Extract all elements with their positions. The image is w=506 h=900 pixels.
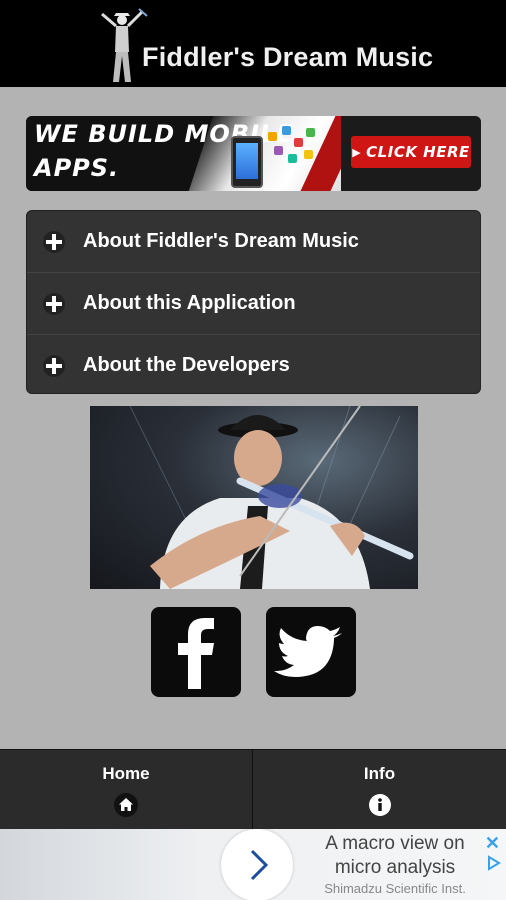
app-bubble-icon bbox=[304, 150, 313, 159]
play-triangle-icon: ▶ bbox=[352, 145, 362, 159]
tab-home[interactable]: Home bbox=[0, 750, 253, 830]
violinist-photo bbox=[90, 406, 418, 589]
banner-headline-2: APPS. bbox=[34, 154, 120, 182]
app-bubble-icon bbox=[294, 138, 303, 147]
app-bubble-icon bbox=[274, 146, 283, 155]
ad-arrow-button[interactable] bbox=[221, 829, 293, 900]
chevron-right-icon bbox=[250, 849, 269, 881]
info-icon bbox=[368, 794, 391, 816]
click-here-button[interactable]: ▶ CLICK HERE bbox=[351, 136, 471, 168]
plus-icon bbox=[43, 292, 65, 315]
home-icon bbox=[114, 793, 138, 817]
close-icon[interactable]: ✕ bbox=[485, 833, 500, 854]
adchoices-icon[interactable] bbox=[486, 855, 502, 871]
ad-advertiser: Shimadzu Scientific Inst. bbox=[324, 881, 466, 896]
bottom-ad[interactable]: A macro view on micro analysis Shimadzu … bbox=[0, 829, 506, 900]
twitter-icon bbox=[274, 626, 342, 677]
violinist-illustration bbox=[129, 406, 414, 589]
plus-icon bbox=[43, 230, 65, 253]
info-accordion: About Fiddler's Dream Music About this A… bbox=[26, 210, 481, 394]
bottom-nav: Home Info bbox=[0, 749, 506, 830]
app-bubble-icon bbox=[282, 126, 291, 135]
ad-headline-2: micro analysis bbox=[334, 857, 456, 878]
smartphone-icon bbox=[231, 136, 263, 188]
accordion-item-label: About the Developers bbox=[83, 354, 290, 376]
app-bubble-icon bbox=[306, 128, 315, 137]
click-here-label: CLICK HERE bbox=[366, 143, 470, 161]
accordion-item-about-fiddlers-dream[interactable]: About Fiddler's Dream Music bbox=[27, 211, 480, 273]
ad-headline-1: A macro view on bbox=[325, 833, 465, 854]
facebook-button[interactable] bbox=[151, 607, 241, 697]
app-bubble-icon bbox=[288, 154, 297, 163]
accordion-item-label: About this Application bbox=[83, 292, 296, 314]
accordion-item-label: About Fiddler's Dream Music bbox=[83, 230, 359, 252]
plus-icon bbox=[43, 354, 65, 377]
accordion-item-about-application[interactable]: About this Application bbox=[27, 273, 480, 335]
twitter-button[interactable] bbox=[266, 607, 356, 697]
tab-info[interactable]: Info bbox=[253, 750, 506, 830]
tab-info-label: Info bbox=[363, 764, 396, 783]
app-bubble-icon bbox=[268, 132, 277, 141]
ad-banner-we-build-apps[interactable]: WE BUILD MOBILE APPS. ▶ CLICK HERE bbox=[26, 116, 481, 191]
app-title: Fiddler's Dream Music bbox=[142, 42, 434, 72]
app-header: Fiddler's Dream Music bbox=[0, 0, 506, 87]
tab-home-label: Home bbox=[102, 764, 150, 783]
accordion-item-about-developers[interactable]: About the Developers bbox=[27, 335, 480, 393]
facebook-icon bbox=[178, 618, 214, 689]
